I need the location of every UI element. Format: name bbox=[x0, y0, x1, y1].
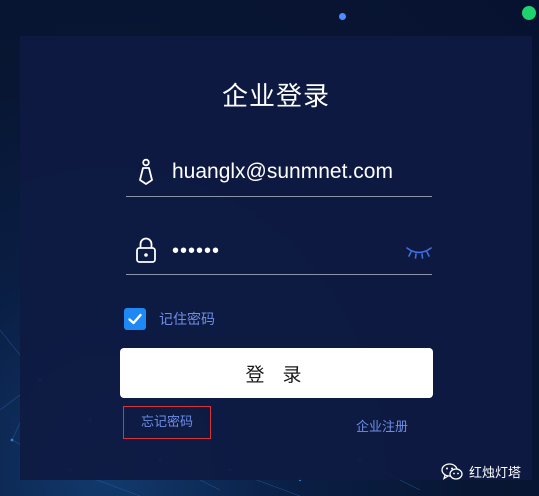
checkmark-icon bbox=[128, 313, 142, 325]
remember-label[interactable]: 记住密码 bbox=[159, 309, 215, 329]
login-button[interactable]: 登 录 bbox=[120, 348, 433, 398]
remember-password[interactable]: 记住密码 bbox=[124, 308, 215, 330]
background-dot bbox=[339, 13, 346, 20]
eye-closed-icon[interactable] bbox=[406, 245, 432, 259]
status-indicator-dot bbox=[522, 6, 536, 20]
username-input[interactable]: huanglx@sunmnet.com bbox=[172, 160, 393, 184]
wechat-icon bbox=[441, 462, 463, 480]
tie-user-icon bbox=[139, 158, 153, 185]
remember-checkbox[interactable] bbox=[124, 308, 146, 330]
page-title: 企业登录 bbox=[221, 82, 330, 112]
forgot-password-link[interactable]: 忘记密码 bbox=[123, 406, 211, 439]
lock-icon bbox=[136, 237, 156, 263]
password-field[interactable]: •••••• bbox=[126, 230, 432, 275]
password-input[interactable]: •••••• bbox=[172, 240, 220, 263]
watermark-label: 红烛灯塔 bbox=[469, 466, 522, 481]
username-field[interactable]: huanglx@sunmnet.com bbox=[126, 152, 432, 197]
watermark: 红烛灯塔 bbox=[441, 462, 521, 481]
login-card: 企业登录 huanglx@sunmnet.com •••••• 记住密码 登 录… bbox=[20, 36, 532, 480]
register-link[interactable]: 企业注册 bbox=[356, 416, 408, 435]
